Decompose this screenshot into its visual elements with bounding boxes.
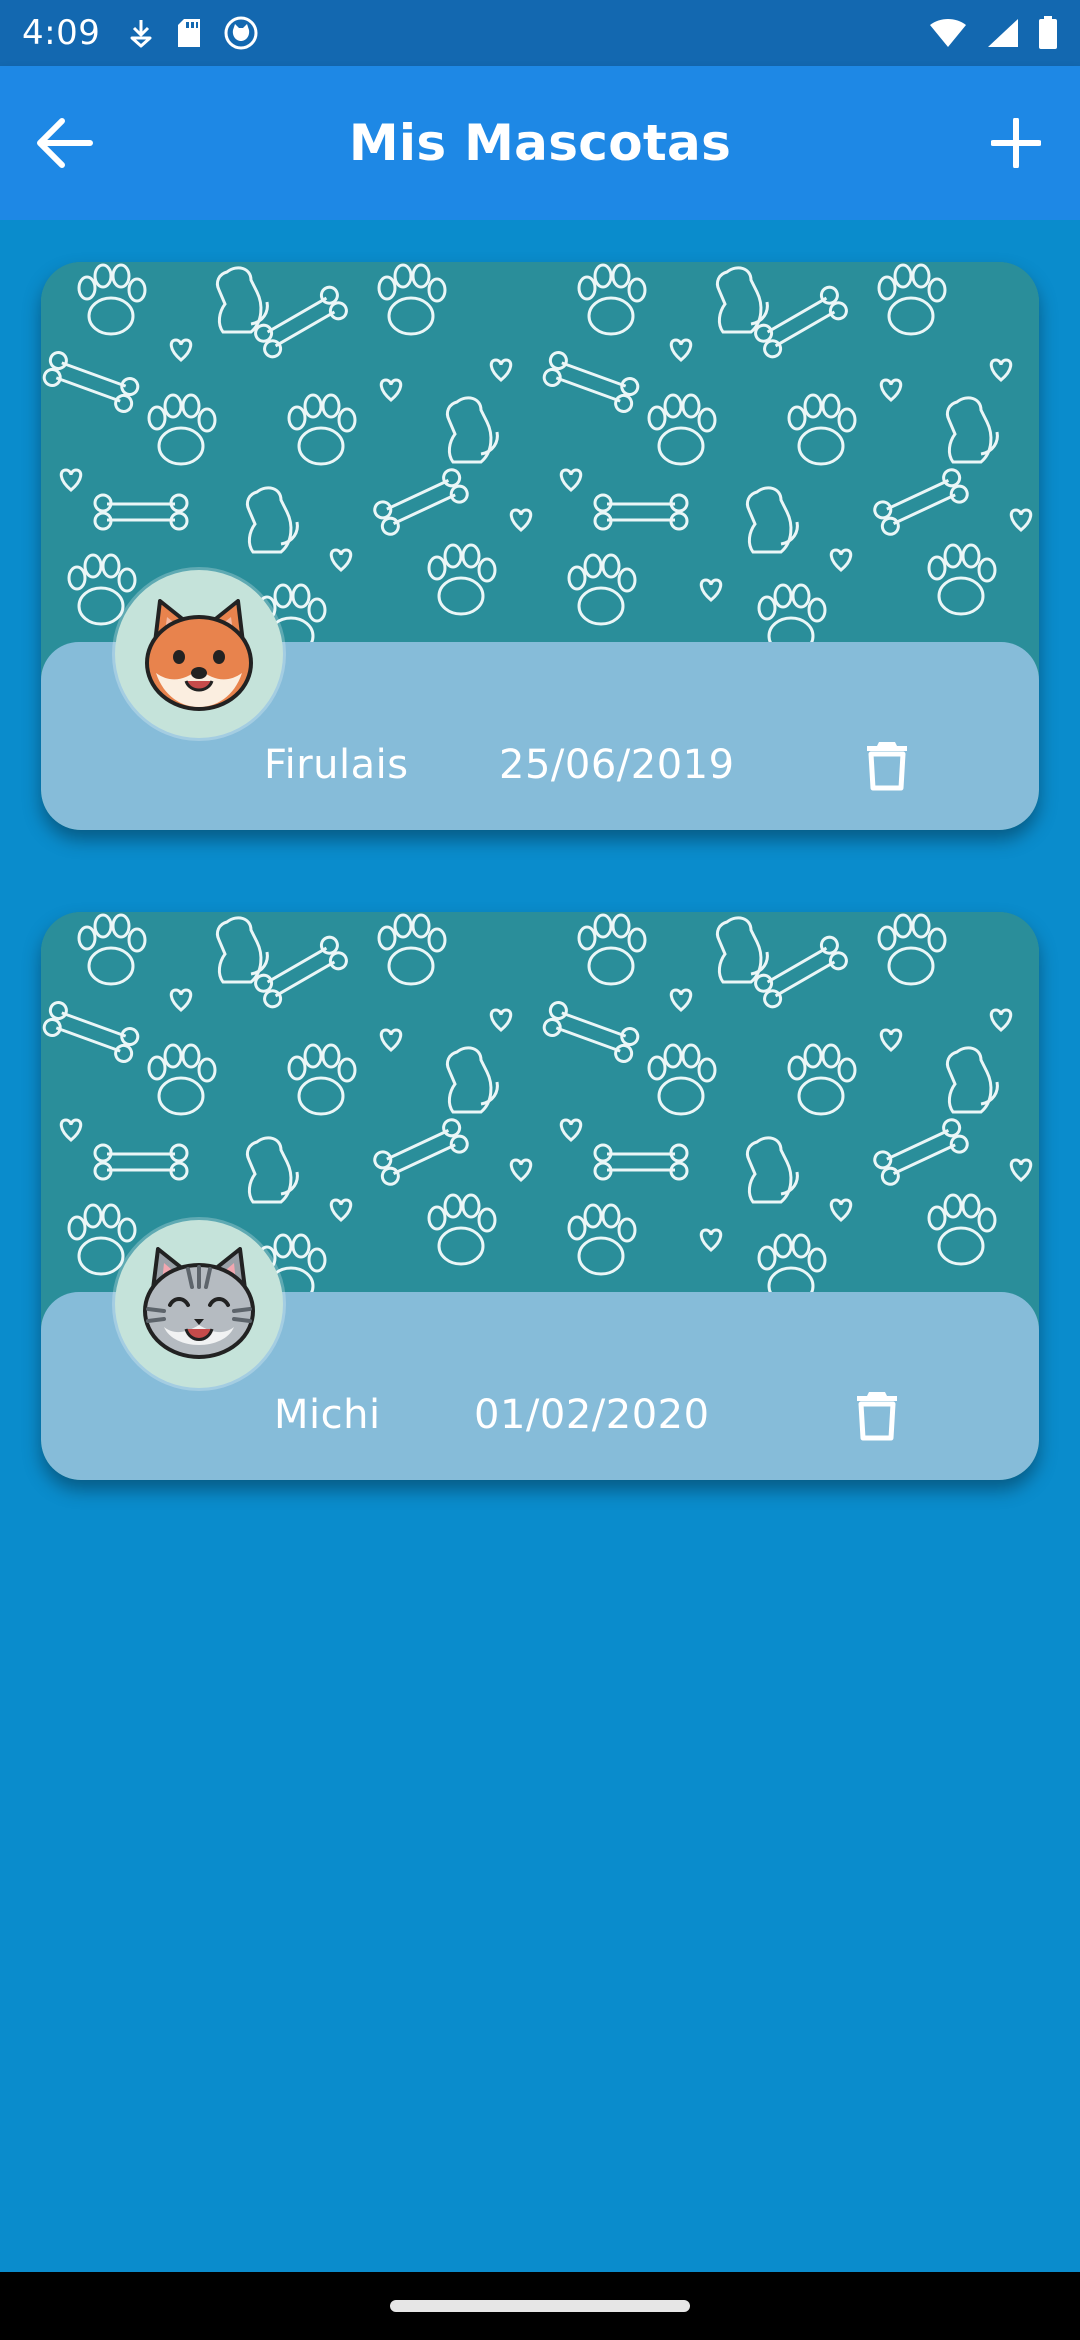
- signal-icon: [986, 17, 1020, 49]
- delete-pet-button[interactable]: [852, 728, 922, 802]
- pet-card[interactable]: Firulais 25/06/2019: [41, 262, 1039, 830]
- trash-icon: [867, 742, 907, 791]
- status-time: 4:09: [22, 13, 101, 53]
- sd-card-icon: [176, 17, 202, 49]
- pet-birth-date: 01/02/2020: [474, 1392, 710, 1438]
- pet-birth-date: 25/06/2019: [499, 742, 735, 788]
- navigation-bar: [0, 2272, 1080, 2340]
- page-title: Mis Mascotas: [348, 114, 732, 172]
- trash-icon: [857, 1392, 897, 1441]
- add-pet-button[interactable]: [978, 105, 1054, 181]
- pet-avatar: [115, 1220, 283, 1388]
- cat-app-icon: [224, 16, 258, 50]
- pet-card[interactable]: Michi 01/02/2020: [41, 912, 1039, 1480]
- pet-name: Michi: [274, 1392, 381, 1438]
- download-icon: [128, 18, 154, 48]
- delete-pet-button[interactable]: [842, 1378, 912, 1452]
- arrow-left-icon: [37, 118, 93, 168]
- plus-icon: [991, 118, 1041, 168]
- app-bar: Mis Mascotas: [0, 66, 1080, 220]
- status-left-icons: [128, 16, 258, 50]
- status-right-icons: [928, 16, 1058, 50]
- pet-avatar: [115, 570, 283, 738]
- home-indicator[interactable]: [390, 2300, 690, 2312]
- battery-icon: [1038, 16, 1058, 50]
- cat-icon: [143, 1247, 255, 1359]
- status-bar: 4:09: [0, 0, 1080, 66]
- pet-name: Firulais: [264, 742, 409, 788]
- back-button[interactable]: [26, 105, 102, 181]
- wifi-icon: [928, 17, 968, 49]
- pet-list: Firulais 25/06/2019 Michi 01/02/2020: [0, 220, 1080, 2272]
- dog-icon: [145, 599, 253, 711]
